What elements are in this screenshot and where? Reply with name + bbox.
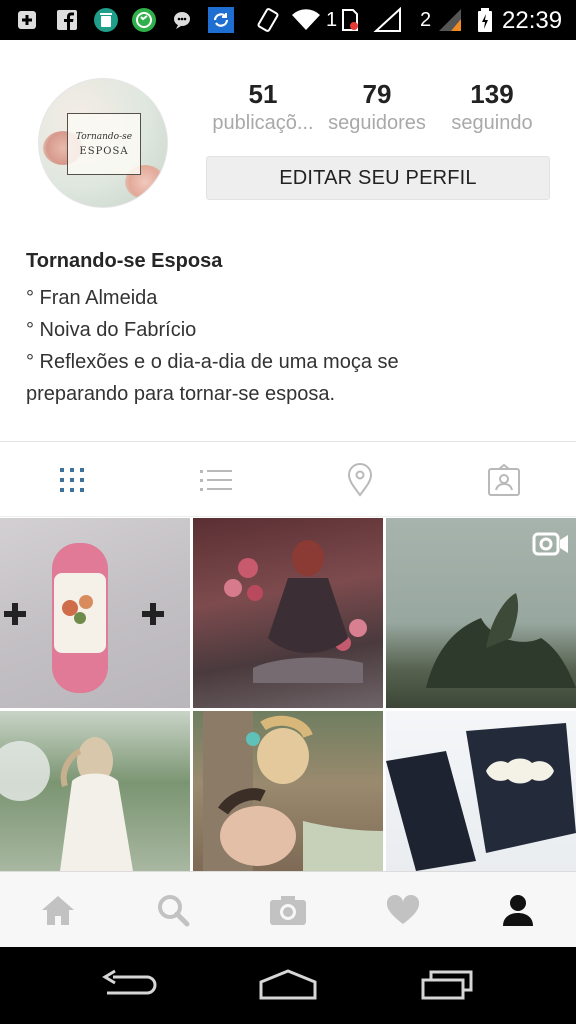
camera-icon xyxy=(270,896,306,925)
stat-posts-label: publicaçõ... xyxy=(212,112,314,134)
recent-apps-button[interactable] xyxy=(412,967,482,1003)
location-pin-icon xyxy=(347,463,373,497)
battery-charging-icon xyxy=(474,8,496,32)
post-thumbnail[interactable] xyxy=(386,518,576,708)
avatar[interactable]: Tornando-se ESPOSA xyxy=(38,78,168,208)
tab-tagged[interactable] xyxy=(484,460,524,500)
tab-location[interactable] xyxy=(340,460,380,500)
nav-activity[interactable] xyxy=(383,890,423,930)
post-thumbnail[interactable] xyxy=(386,711,576,871)
grid-icon xyxy=(60,468,84,492)
bio-line: preparando para tornar-se esposa. xyxy=(26,383,336,405)
stat-followers[interactable]: 79 seguidores xyxy=(318,78,436,136)
post-thumbnail[interactable] xyxy=(193,518,383,708)
divider xyxy=(0,441,576,442)
stat-posts-value: 51 xyxy=(248,79,278,109)
sync-icon xyxy=(206,7,236,33)
sim2-label: 2 xyxy=(420,9,432,31)
plus-box-icon xyxy=(14,8,40,32)
bio-line: ° Fran Almeida xyxy=(26,287,158,309)
trash-app-icon xyxy=(92,8,120,32)
profile-icon xyxy=(503,895,533,926)
system-nav-bar xyxy=(0,947,576,1024)
nav-profile[interactable] xyxy=(498,890,538,930)
home-icon xyxy=(42,896,74,925)
nav-camera[interactable] xyxy=(268,890,308,930)
divider xyxy=(0,516,576,517)
stat-followers-label: seguidores xyxy=(328,112,426,134)
sim1-label: 1 xyxy=(326,9,338,31)
heart-icon xyxy=(386,895,420,924)
tab-grid[interactable] xyxy=(52,460,92,500)
post-thumbnail[interactable] xyxy=(0,518,190,708)
no-signal-icon xyxy=(370,7,404,32)
no-sim-icon xyxy=(338,8,362,32)
recent-apps-icon xyxy=(421,970,473,1000)
bio-line: ° Noiva do Fabrício xyxy=(26,319,197,341)
back-button[interactable] xyxy=(94,967,164,1003)
chat-bubble-icon xyxy=(170,8,194,32)
avatar-card: Tornando-se ESPOSA xyxy=(67,113,141,175)
bottom-nav xyxy=(0,871,576,947)
stat-followers-value: 79 xyxy=(362,79,392,109)
signal-icon xyxy=(434,8,464,32)
status-bar: 1 2 22:39 xyxy=(0,0,576,40)
profile-name: Tornando-se Esposa xyxy=(26,250,223,272)
stat-following[interactable]: 139 seguindo xyxy=(433,78,551,136)
facebook-icon xyxy=(54,8,80,32)
tagged-person-icon xyxy=(488,463,520,496)
home-button-icon xyxy=(259,969,317,1000)
home-button[interactable] xyxy=(253,967,323,1003)
post-thumbnail[interactable] xyxy=(193,711,383,871)
list-icon xyxy=(200,470,232,491)
video-camera-icon xyxy=(532,532,560,556)
wifi-icon xyxy=(290,8,322,32)
whatsapp-icon xyxy=(130,8,158,32)
back-icon xyxy=(102,969,157,995)
bio-line: ° Reflexões e o dia-a-dia de uma moça se xyxy=(26,351,399,373)
post-thumbnail[interactable] xyxy=(0,711,190,871)
avatar-text-line2: ESPOSA xyxy=(79,146,129,157)
nav-home[interactable] xyxy=(38,890,78,930)
stat-following-value: 139 xyxy=(470,79,514,109)
clock: 22:39 xyxy=(502,7,563,34)
edit-profile-button[interactable]: EDITAR SEU PERFIL xyxy=(206,156,550,200)
nav-search[interactable] xyxy=(153,890,193,930)
stat-following-label: seguindo xyxy=(451,112,533,134)
tab-list[interactable] xyxy=(196,460,236,500)
search-icon xyxy=(158,895,190,927)
avatar-text-line1: Tornando-se xyxy=(75,132,133,142)
phone-vibrate-icon xyxy=(256,8,280,32)
stat-posts[interactable]: 51 publicaçõ... xyxy=(204,78,322,136)
